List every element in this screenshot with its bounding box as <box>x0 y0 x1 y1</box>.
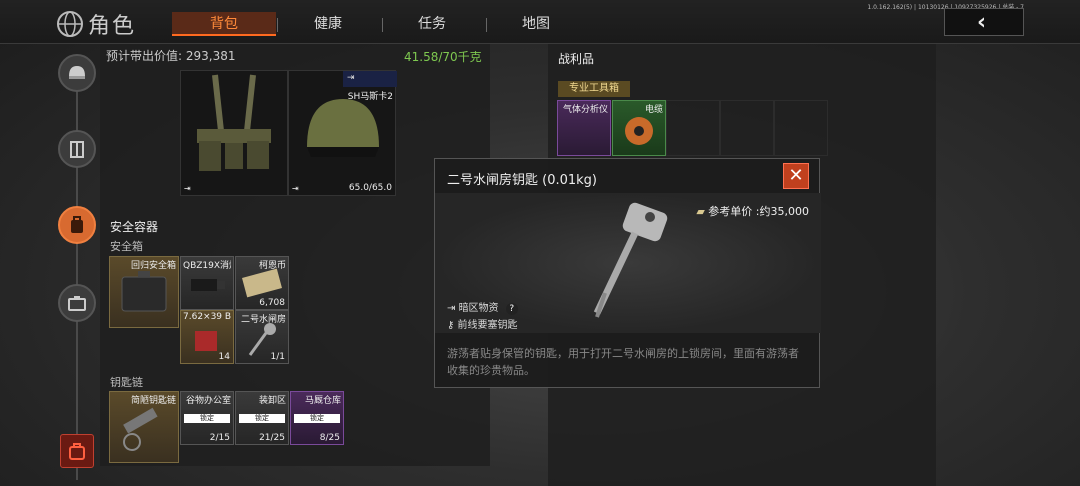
chevron-left-icon: ‹ <box>977 10 987 35</box>
item-name: 马厩仓库 <box>304 396 341 406</box>
sidenav-gear[interactable] <box>58 130 96 168</box>
exit-icon: ⇥ <box>447 303 459 314</box>
tab-tasks[interactable]: 任务 <box>380 12 484 36</box>
tab-map[interactable]: 地图 <box>484 12 588 36</box>
empty-slot[interactable] <box>666 100 720 156</box>
empty-slot[interactable] <box>720 100 774 156</box>
item-name: QBZ19X消焰 <box>183 261 231 271</box>
sidenav-helmet[interactable] <box>58 54 96 92</box>
tab-health[interactable]: 健康 <box>276 12 380 36</box>
keychain-item[interactable]: 简陋钥匙链 <box>109 391 179 463</box>
page-title: 角色 <box>88 14 137 39</box>
item-name: 电缆 <box>644 105 663 115</box>
item-name: 回归安全箱 <box>130 261 176 271</box>
cable-item[interactable]: 电缆 <box>612 100 666 156</box>
helmet-icon <box>69 66 85 79</box>
top-bar: 角色 背包 健康 任务 地图 1.0.162.162(5) | 10130126… <box>0 0 1080 44</box>
bag-icon <box>69 443 85 460</box>
help-icon[interactable]: ? <box>505 303 518 315</box>
empty-slot[interactable] <box>774 100 828 156</box>
chest-rig-icon <box>197 74 271 171</box>
gear-vest-icon <box>70 141 84 158</box>
backpack-icon <box>71 216 83 233</box>
item-count: 2/15 <box>209 433 230 443</box>
reference-price: ▰ 参考单价 :约35,000 <box>696 203 809 219</box>
close-button[interactable]: ✕ <box>783 163 809 189</box>
ammo-item[interactable]: 7.62×39 BP 14 <box>180 310 234 364</box>
back-button[interactable]: ‹ <box>944 8 1024 36</box>
tab-backpack[interactable]: 背包 <box>172 12 276 36</box>
container-icon <box>68 296 86 311</box>
item-count: 6,708 <box>259 298 285 308</box>
lock-badge: 锁定 <box>184 414 230 423</box>
loot-title: 战利品 <box>558 52 595 66</box>
toolbox-tag: 专业工具箱 <box>558 81 630 97</box>
suppressor-item[interactable]: QBZ19X消焰 <box>180 256 234 310</box>
item-description: 游荡者贴身保管的钥匙，用于打开二号水闸房的上锁房间，里面有游荡者收集的珍贵物品。 <box>447 347 799 377</box>
rig-slot[interactable]: ⇥ <box>180 70 288 196</box>
popup-title: 二号水闸房钥匙 (0.01kg) <box>447 173 598 188</box>
item-name: 柯恩币 <box>258 261 286 271</box>
safe-box-item[interactable]: 回归安全箱 <box>109 256 179 328</box>
key-stable-warehouse[interactable]: 马厩仓库 锁定 8/25 <box>290 391 344 445</box>
sidenav-track <box>76 60 78 480</box>
item-count: 21/25 <box>259 433 285 443</box>
lock-badge: 锁定 <box>239 414 285 423</box>
weight-readout: 41.58/70千克 <box>404 50 482 64</box>
lock-badge: 锁定 <box>294 414 340 423</box>
equip-marker: ⇥ <box>347 73 355 83</box>
sidenav-backpack[interactable] <box>58 206 96 244</box>
helmet-slot[interactable]: ⇥ SH马斯卡2 65.0/65.0 ⇥ <box>288 70 397 196</box>
safe-section-title: 安全容器 <box>110 220 159 234</box>
estimated-value: 预计带出价值: 293,381 <box>106 49 236 63</box>
item-name: 简陋钥匙链 <box>130 396 176 406</box>
coin-item[interactable]: 柯恩币 6,708 <box>235 256 289 310</box>
key-small-icon: ⚷ <box>447 320 458 331</box>
item-name: 气体分析仪 <box>562 105 608 115</box>
key-grain-office[interactable]: 谷物办公室 锁定 2/15 <box>180 391 234 445</box>
helmet-name: SH马斯卡2 <box>347 92 393 102</box>
item-name: 7.62×39 BP <box>183 312 231 322</box>
attr-label: 前线要塞钥匙 <box>457 320 518 331</box>
key-loading-area[interactable]: 装卸区 锁定 21/25 <box>235 391 289 445</box>
safe-box-title: 安全箱 <box>110 240 143 253</box>
gas-analyzer-item[interactable]: 气体分析仪 <box>557 100 611 156</box>
helmet-durability: 65.0/65.0 <box>348 183 392 193</box>
globe-icon <box>57 11 83 37</box>
keychain-title: 钥匙链 <box>110 376 143 389</box>
attr-darkzone: ⇥ 暗区物资 ? <box>447 299 518 315</box>
money-icon: ▰ <box>696 205 709 218</box>
item-detail-popup: 二号水闸房钥匙 (0.01kg) ✕ ▰ 参考单价 :约35,000 ⇥ 暗区物… <box>434 158 821 388</box>
equip-marker: ⇥ <box>184 184 191 193</box>
item-count: 1/1 <box>270 352 285 362</box>
sluice-key-item[interactable]: 二号水闸房 1/1 <box>235 310 289 364</box>
equip-marker: ⇥ <box>292 184 299 193</box>
price-value: 参考单价 :约35,000 <box>708 205 809 218</box>
item-name: 装卸区 <box>258 396 286 406</box>
sidenav-container[interactable] <box>58 284 96 322</box>
attr-label: 暗区物资 <box>458 303 499 314</box>
attr-fortress-key: ⚷ 前线要塞钥匙 <box>447 316 518 331</box>
item-count: 8/25 <box>319 433 340 443</box>
item-name: 谷物办公室 <box>185 396 231 406</box>
quick-bag-button[interactable] <box>60 434 94 468</box>
item-count: 14 <box>218 352 230 362</box>
item-name: 二号水闸房 <box>240 315 286 325</box>
